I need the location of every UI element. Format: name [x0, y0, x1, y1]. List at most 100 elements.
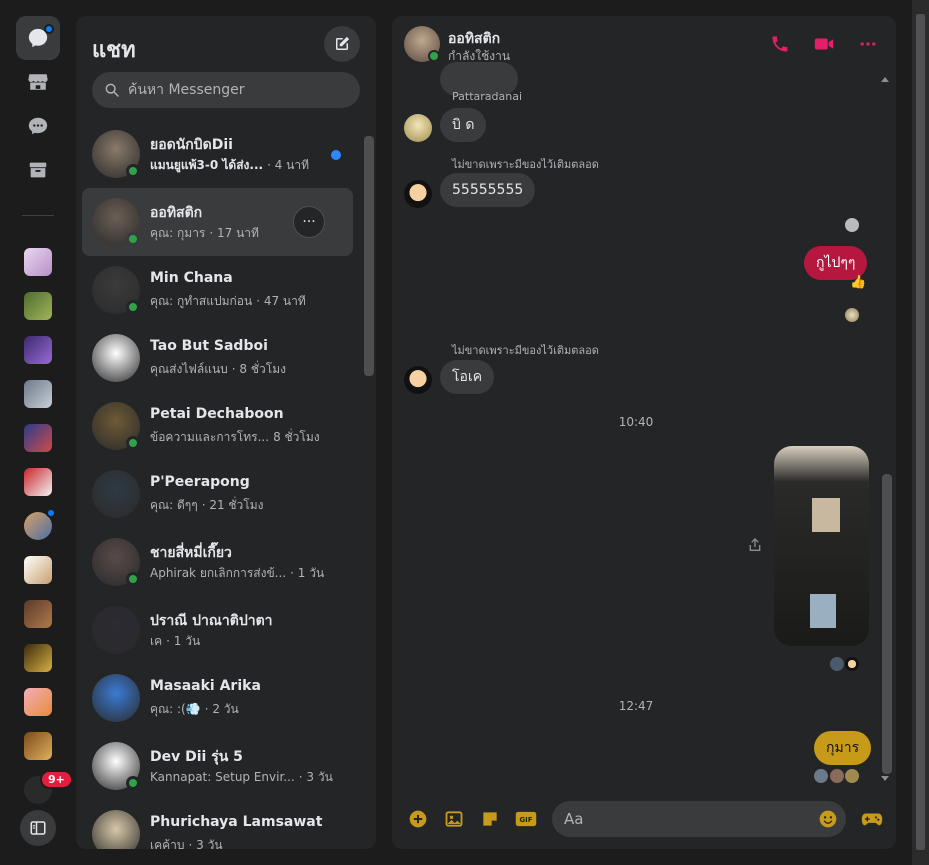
conversation-item[interactable]: Phurichaya Lamsawat เคค้าบ · 3 วัน — [82, 800, 353, 849]
online-indicator — [126, 436, 140, 450]
conversation-item[interactable]: ชายสี่หมี่เกี๊ยว Aphirak ยกเลิกการส่งข้..… — [82, 528, 353, 596]
share-icon[interactable] — [747, 537, 763, 553]
avatar[interactable] — [404, 366, 432, 394]
timestamp: 10:40 — [618, 415, 654, 429]
conversation-item[interactable]: ยอดนักบิดDii แมนยูแพ้3-0 ได้ส่ง... · 4 นาท… — [82, 120, 353, 188]
photo-attachment[interactable] — [774, 446, 869, 646]
rail-divider — [22, 215, 54, 216]
more-actions-button[interactable] — [408, 809, 428, 829]
unread-count-badge: 9+ — [40, 770, 73, 789]
group-shortcut[interactable] — [24, 468, 52, 496]
group-shortcut[interactable] — [24, 556, 52, 584]
search-input[interactable] — [128, 82, 348, 98]
read-receipt — [845, 657, 859, 671]
group-shortcut[interactable] — [24, 248, 52, 276]
conversation-item[interactable]: Petai Dechaboon ข้อความและการโทร... 8 ชั่ว… — [82, 392, 353, 460]
conversation-item[interactable]: ออทิสติกคุณ: กุมาร · 17 นาที ··· — [82, 188, 353, 256]
group-shortcut[interactable] — [24, 424, 52, 452]
read-receipt — [845, 308, 859, 322]
avatar[interactable] — [404, 180, 432, 208]
scroll-up-arrow-icon[interactable] — [881, 76, 889, 82]
conversation-snippet: Aphirak ยกเลิกการส่งข้... · 1 วัน — [150, 564, 324, 583]
sticker-button[interactable] — [480, 809, 500, 829]
snippet-text: เคค้าบ — [150, 838, 185, 849]
conversation-item[interactable]: ปราณี ปาณาติปาตา เค · 1 วัน — [82, 596, 353, 664]
sent-message-bubble[interactable]: กุมาร — [814, 731, 872, 765]
online-indicator — [126, 164, 140, 178]
message-input-box[interactable] — [552, 801, 846, 837]
message-input[interactable] — [564, 810, 804, 828]
group-shortcut[interactable] — [24, 336, 52, 364]
avatar — [92, 606, 140, 654]
toggle-sidebar-button[interactable] — [20, 810, 56, 846]
conversation-name: Min Chana — [150, 270, 233, 286]
group-shortcut[interactable] — [24, 600, 52, 628]
video-call-button[interactable] — [812, 32, 836, 56]
store-icon — [28, 74, 48, 90]
snippet-time: · 21 ชั่วโมง — [201, 498, 264, 512]
group-shortcut[interactable] — [24, 644, 52, 672]
conversation-name: ออทิสติก — [150, 205, 203, 221]
search-box[interactable] — [92, 72, 360, 108]
snippet-time: · 8 ชั่วโมง — [231, 362, 286, 376]
snippet-text: แมนยูแพ้3-0 ได้ส่ง... — [150, 158, 264, 172]
read-receipt — [845, 769, 859, 783]
conversation-name: Masaaki Arika — [150, 678, 261, 694]
group-shortcut[interactable] — [24, 732, 52, 760]
chat-list-panel: แชท ยอดนักบิดDiiแมนยูแพ้3-0 ได้ส่ง...· 4… — [76, 16, 376, 849]
conversation-snippet: คุณ: ดีๆๆ · 21 ชั่วโมง — [150, 496, 264, 515]
sender-name: ไม่ขาดเพราะมีของไว้เติมตลอด — [452, 158, 599, 171]
chat-list-scrollbar[interactable] — [364, 136, 374, 376]
conversation-item[interactable]: Masaaki Arika คุณ: :(💨 · 2 วัน — [82, 664, 353, 732]
conversation-item[interactable]: Tao But Sadboi คุณส่งไฟล์แนบ · 8 ชั่วโมง — [82, 324, 353, 392]
conversation-panel: ออทิสติก กำลังใช้งาน Pattaradanai บิ ด ไ… — [392, 16, 896, 849]
chat-list-title: แชท — [92, 38, 136, 63]
new-message-button[interactable] — [324, 26, 360, 62]
message-requests-rail-button[interactable] — [16, 104, 60, 148]
sticker-icon — [483, 812, 497, 826]
conversation-snippet: คุณ: กุมาร · 17 นาที — [150, 224, 259, 243]
message-bubble[interactable]: โอเค — [440, 360, 495, 394]
read-receipt — [830, 769, 844, 783]
message-bubble[interactable]: 55555555 — [440, 173, 536, 207]
gif-button[interactable]: GIF — [514, 809, 538, 829]
conversation-options-button[interactable]: ··· — [293, 206, 325, 238]
conversation-item[interactable]: Dev Dii รุ่น 5 Kannapat: Setup Envir... · … — [82, 732, 353, 800]
archive-rail-button[interactable] — [16, 148, 60, 192]
conversation-name: Phurichaya Lamsawat — [150, 814, 323, 830]
online-indicator — [126, 572, 140, 586]
unread-dot — [331, 150, 341, 160]
conversation-item[interactable]: Min Chana คุณ: กูทำสแปมก่อน · 47 นาที — [82, 256, 353, 324]
chats-rail-button[interactable] — [16, 16, 60, 60]
games-button[interactable] — [860, 809, 884, 829]
group-shortcut[interactable] — [24, 508, 56, 540]
group-shortcut[interactable] — [24, 688, 52, 716]
group-shortcut[interactable] — [24, 380, 52, 408]
message-composer: GIF — [392, 789, 896, 849]
archive-icon — [29, 162, 47, 178]
snippet-text: คุณ: ดีๆๆ — [150, 498, 198, 512]
snippet-time: · 2 วัน — [204, 702, 239, 716]
message-bubble[interactable]: บิ ด — [440, 108, 487, 142]
conversation-snippet: คุณ: :(💨 · 2 วัน — [150, 700, 239, 719]
plus-circle-icon — [409, 810, 427, 828]
conversation-info-button[interactable] — [856, 32, 880, 56]
avatar[interactable] — [404, 114, 432, 142]
read-receipt — [845, 218, 859, 232]
attach-photo-button[interactable] — [444, 809, 464, 829]
scroll-down-arrow-icon[interactable] — [881, 776, 889, 782]
voice-call-button[interactable] — [768, 32, 792, 56]
conversation-name: ปราณี ปาณาติปาตา — [150, 613, 273, 629]
group-shortcut[interactable] — [24, 292, 52, 320]
marketplace-rail-button[interactable] — [16, 60, 60, 104]
thread-scrollbar[interactable] — [882, 474, 892, 774]
window-scrollbar[interactable] — [912, 0, 929, 865]
read-receipt — [814, 769, 828, 783]
emoji-icon[interactable] — [818, 809, 838, 829]
image-icon — [445, 811, 463, 827]
conversation-item[interactable]: P'Peerapong คุณ: ดีๆๆ · 21 ชั่วโมง — [82, 460, 353, 528]
snippet-time: · 3 วัน — [188, 838, 223, 849]
window-scrollbar-thumb[interactable] — [916, 14, 925, 850]
conversation-snippet: คุณส่งไฟล์แนบ · 8 ชั่วโมง — [150, 360, 286, 379]
reaction[interactable]: 👍 — [850, 275, 866, 290]
